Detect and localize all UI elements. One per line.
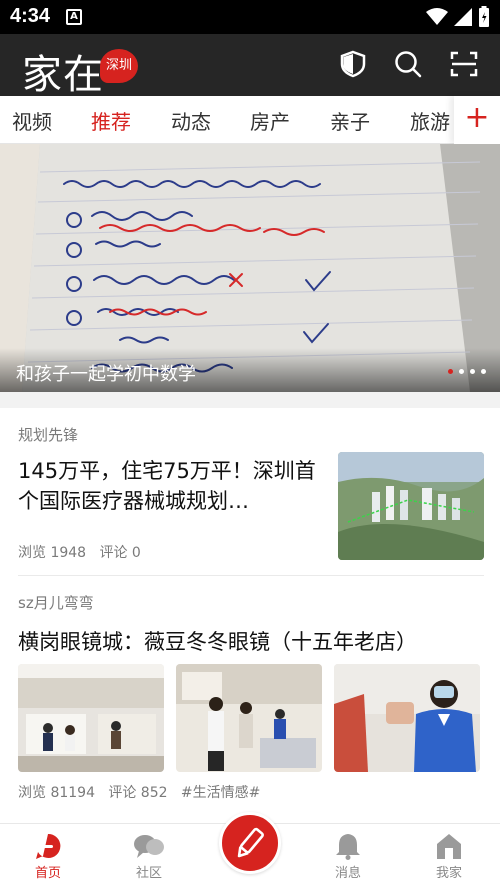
tab-recommended[interactable]: 推荐 <box>91 106 131 135</box>
scan-icon[interactable] <box>450 50 478 78</box>
post-image[interactable] <box>18 664 164 772</box>
add-tab-button[interactable]: + <box>454 96 500 144</box>
battery-icon <box>479 6 489 27</box>
nav-my-home-label: 我家 <box>435 866 462 881</box>
compose-post-button[interactable] <box>219 812 281 874</box>
city-selector[interactable]: 深圳 <box>100 49 138 83</box>
notification-a-icon: A <box>66 9 82 25</box>
status-bar: 4:34 A <box>0 0 500 34</box>
comment-count: 评论 0 <box>99 545 141 561</box>
feed-card[interactable]: 规划先锋 145万平，住宅75万平！深圳首个国际医疗器械城规划… 浏览 1948… <box>18 408 484 576</box>
bell-icon <box>336 834 360 860</box>
tab-updates[interactable]: 动态 <box>171 106 211 135</box>
app-header: 家在 深圳 <box>0 34 500 98</box>
tab-video[interactable]: 视频 <box>12 106 52 135</box>
post-image[interactable] <box>334 664 480 772</box>
app-logo: 家在 <box>22 52 104 98</box>
nav-home[interactable]: 首页 <box>18 830 78 881</box>
nav-messages-label: 消息 <box>334 866 361 881</box>
home-icon <box>36 833 61 859</box>
shield-icon[interactable] <box>340 50 366 78</box>
search-icon[interactable] <box>394 50 422 78</box>
house-icon <box>437 834 461 859</box>
post-title[interactable]: 145万平，住宅75万平！深圳首个国际医疗器械城规划… <box>18 456 326 516</box>
carousel-page-indicator <box>448 369 486 374</box>
post-thumbnail[interactable] <box>338 452 484 560</box>
carousel-dot-active <box>448 369 453 374</box>
news-feed: 规划先锋 145万平，住宅75万平！深圳首个国际医疗器械城规划… 浏览 1948… <box>0 408 500 823</box>
tab-travel[interactable]: 旅游 <box>410 106 450 135</box>
feed-card[interactable]: sz月儿弯弯 横岗眼镜城：薇豆冬冬眼镜（十五年老店） 浏览 81194 评论 8… <box>18 576 484 823</box>
comment-count: 评论 852 <box>108 785 168 801</box>
category-tabs: 视频 推荐 动态 房产 亲子 旅游 + <box>0 96 500 144</box>
nav-community-label: 社区 <box>135 866 162 881</box>
banner-carousel[interactable]: 和孩子一起学初中数学 <box>0 144 500 392</box>
chat-bubbles-icon <box>134 835 164 858</box>
carousel-dot <box>459 369 464 374</box>
wifi-icon <box>426 8 448 25</box>
post-title[interactable]: 横岗眼镜城：薇豆冬冬眼镜（十五年老店） <box>18 626 417 656</box>
post-source[interactable]: 规划先锋 <box>18 424 78 445</box>
banner-caption: 和孩子一起学初中数学 <box>0 348 500 392</box>
tab-parenting[interactable]: 亲子 <box>330 106 370 135</box>
view-count: 浏览 1948 <box>18 545 87 561</box>
tab-property[interactable]: 房产 <box>250 106 290 135</box>
post-image[interactable] <box>176 664 322 772</box>
topic-tag[interactable]: #生活情感# <box>181 785 260 801</box>
post-meta: 浏览 1948 评论 0 <box>18 542 141 562</box>
nav-community[interactable]: 社区 <box>119 830 179 881</box>
carousel-dot <box>470 369 475 374</box>
nav-messages[interactable]: 消息 <box>318 830 378 881</box>
signal-icon <box>454 8 472 26</box>
status-time: 4:34 <box>10 5 51 27</box>
post-meta: 浏览 81194 评论 852 #生活情感# <box>18 782 260 802</box>
post-source[interactable]: sz月儿弯弯 <box>18 592 94 613</box>
nav-home-label: 首页 <box>34 866 61 881</box>
pencil-icon <box>237 827 264 858</box>
carousel-dot <box>481 369 486 374</box>
nav-my-home[interactable]: 我家 <box>419 830 479 881</box>
view-count: 浏览 81194 <box>18 785 95 801</box>
